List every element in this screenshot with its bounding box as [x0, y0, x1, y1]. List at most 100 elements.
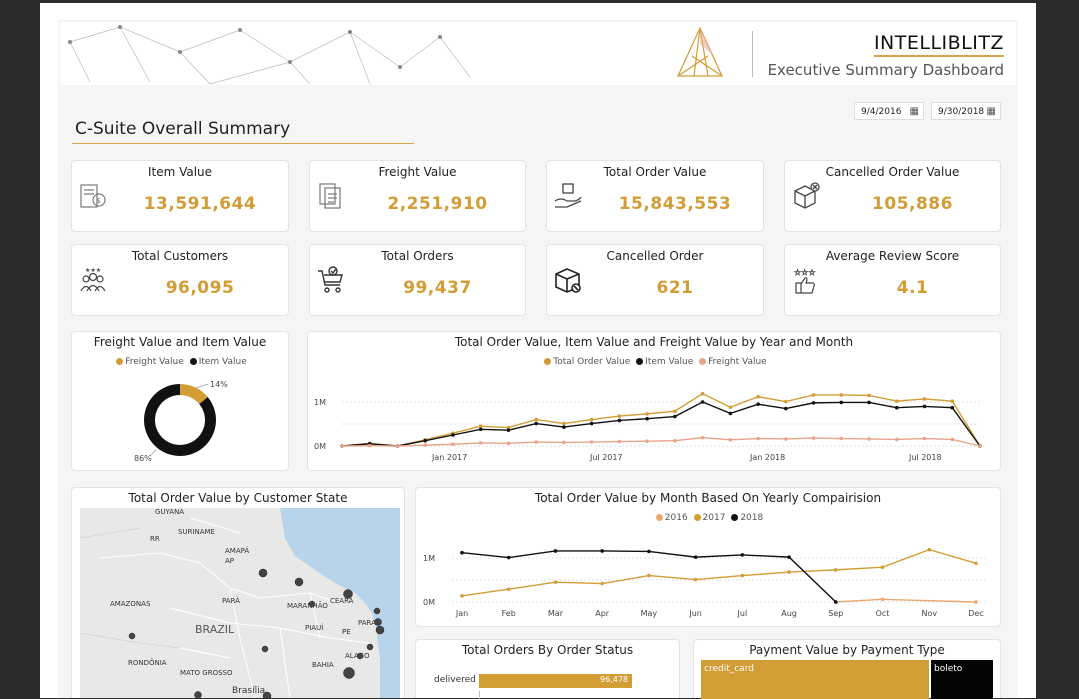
x-tick-label: Apr	[595, 609, 610, 618]
map-bubble[interactable]	[294, 577, 304, 587]
map-label: Brasília	[232, 686, 265, 696]
calendar-icon[interactable]: ▦	[987, 103, 996, 121]
legend-dot-freight	[116, 358, 124, 365]
data-point	[811, 401, 816, 405]
brand-name: INTELLIBLITZ	[873, 32, 1004, 57]
data-point	[867, 393, 871, 398]
title-underline	[72, 143, 414, 144]
map-bubble[interactable]	[366, 643, 374, 651]
brazil-map[interactable]: GUYANA SURINAME RR AMAPÁ AP AMAZONAS PAR…	[80, 508, 400, 698]
data-point	[451, 433, 455, 437]
data-point	[645, 412, 649, 416]
trend-chart-svg: 1M 0M Jan 2017 Jul 2017 Jan 2018 Jul 201…	[314, 391, 982, 462]
data-point	[673, 414, 677, 419]
map-bubble[interactable]	[262, 691, 272, 698]
series-line-freight-value	[341, 436, 981, 447]
data-point	[811, 393, 816, 397]
data-point	[867, 400, 871, 405]
map-label: MARANHÃO	[287, 601, 328, 610]
legend-label: Freight Value	[125, 357, 184, 367]
map-bubble[interactable]	[258, 568, 268, 578]
data-point	[839, 436, 844, 441]
map-label: AMAZONAS	[110, 600, 151, 608]
data-point	[950, 405, 955, 410]
treemap-tile-credit-card[interactable]: credit_card	[701, 660, 929, 699]
data-point	[617, 439, 622, 444]
data-point	[589, 417, 594, 422]
start-date-value: 9/4/2016	[861, 107, 902, 117]
data-point	[867, 437, 871, 441]
x-tick-label: Dec	[968, 609, 983, 618]
data-point	[340, 444, 344, 448]
y-tick-label: 0M	[314, 442, 326, 451]
brand-logo-icon	[677, 26, 723, 77]
data-point	[451, 442, 455, 447]
hand-box-icon	[554, 183, 582, 208]
map-bubble[interactable]	[308, 600, 316, 608]
data-point	[534, 421, 538, 426]
data-point	[589, 421, 594, 426]
monthly-chart-svg: 1M 0M Jan Feb Mar Apr May Jun Jul Aug Sep Oct Nov D…	[423, 547, 986, 618]
map-bubble[interactable]	[343, 667, 355, 679]
map-label: BAHIA	[312, 661, 334, 669]
x-tick-label: Jul 2018	[908, 453, 942, 462]
status-bar[interactable]: 96,478	[479, 674, 632, 688]
data-point	[506, 555, 511, 560]
data-point	[978, 444, 982, 448]
data-point	[617, 414, 622, 418]
data-point	[506, 441, 511, 446]
x-tick-label: Jan	[455, 609, 468, 618]
kpi-total-order-value[interactable]: Total Order Value 15,843,553	[546, 160, 764, 232]
map-bubble[interactable]	[128, 632, 136, 640]
map-bubble[interactable]	[373, 607, 381, 615]
kpi-average-review-score[interactable]: Average Review Score ☆☆☆ 4.1	[784, 244, 1001, 316]
donut-label-small: 14%	[210, 380, 228, 389]
map-bubble[interactable]	[375, 625, 385, 635]
data-point	[395, 444, 400, 448]
kpi-total-customers[interactable]: Total Customers ★★★ 96,095	[71, 244, 289, 316]
kpi-value: 13,591,644	[143, 194, 257, 214]
map-bubble[interactable]	[374, 618, 382, 626]
donut-svg: 14% 86%	[134, 380, 228, 463]
map-bubble[interactable]	[343, 589, 353, 599]
data-point	[728, 405, 733, 410]
chart-legend: Freight Value Item Value	[72, 357, 288, 367]
kpi-cancelled-order[interactable]: Cancelled Order 621	[546, 244, 764, 316]
x-tick-label: Jun	[688, 609, 702, 618]
data-point	[693, 577, 698, 582]
data-point	[950, 437, 955, 442]
kpi-freight-value[interactable]: Freight Value 2,251,910	[309, 160, 526, 232]
data-point	[617, 418, 622, 423]
calendar-icon[interactable]: ▦	[910, 103, 919, 121]
kpi-total-orders[interactable]: Total Orders 99,437	[309, 244, 526, 316]
kpi-value: 105,886	[872, 194, 953, 214]
map-bubble[interactable]	[261, 645, 269, 653]
x-tick-label: Feb	[502, 609, 516, 618]
data-point	[880, 597, 885, 602]
donut-chart-card: Freight Value and Item Value Freight Val…	[71, 331, 289, 471]
map-bubble[interactable]	[356, 652, 364, 660]
x-tick-label: Jan 2018	[749, 453, 785, 462]
status-bar-value: 96,478	[600, 675, 628, 684]
data-point	[506, 587, 511, 592]
data-point	[756, 394, 760, 399]
kpi-item-value[interactable]: Item Value $ 13,591,644	[71, 160, 289, 232]
start-date-input[interactable]: 9/4/2016 ▦	[854, 102, 924, 120]
legend-label: Item Value	[198, 357, 247, 367]
data-point	[562, 440, 566, 445]
map-label: PE	[342, 628, 351, 636]
chart-title: Freight Value and Item Value	[93, 335, 267, 349]
data-point	[700, 391, 705, 396]
monthly-chart-card: Total Order Value by Month Based On Year…	[415, 487, 1001, 627]
map-card: Total Order Value by Customer State GUYA…	[71, 487, 405, 698]
data-point	[950, 399, 955, 403]
tile-label: boleto	[934, 664, 963, 674]
end-date-input[interactable]: 9/30/2018 ▦	[931, 102, 1001, 120]
cancelled-box-icon	[794, 182, 820, 209]
kpi-cancelled-order-value[interactable]: Cancelled Order Value 105,886	[784, 160, 1001, 232]
treemap-tile-boleto[interactable]: boleto	[931, 660, 993, 699]
data-point	[553, 580, 558, 584]
x-tick-label: Mar	[548, 609, 564, 618]
map-bubble[interactable]	[194, 691, 202, 699]
data-point	[784, 406, 788, 411]
